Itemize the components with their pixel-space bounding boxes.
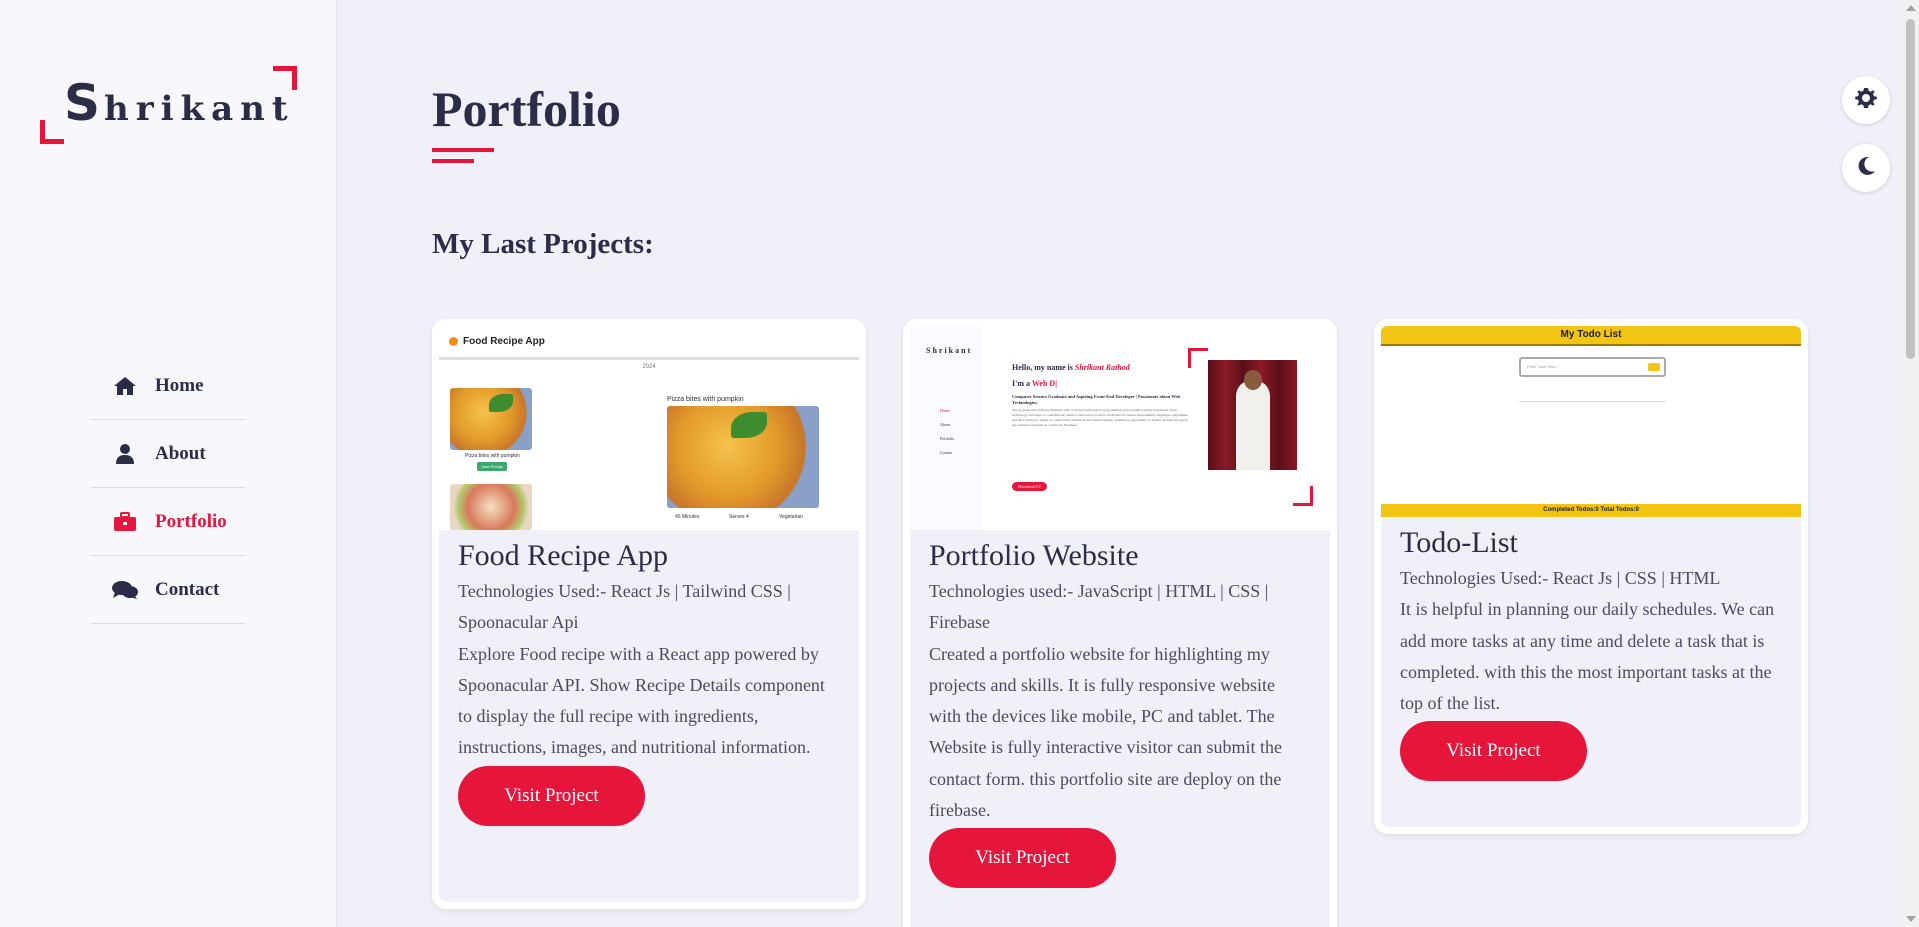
gear-icon (1854, 86, 1878, 115)
thumb-header: My Todo List (1381, 326, 1801, 346)
project-technologies: Technologies used:- JavaScript | HTML | … (929, 581, 1269, 633)
project-title: Portfolio Website (929, 539, 1139, 572)
thumb-header: Food Recipe App (439, 326, 859, 360)
section-subtitle: My Last Projects: (432, 228, 654, 260)
project-title: Food Recipe App (458, 539, 668, 572)
sidebar-item-about[interactable]: About (91, 420, 245, 488)
comments-icon (107, 580, 143, 600)
user-icon (107, 443, 143, 465)
project-technologies: Technologies Used:- React Js | CSS | HTM… (1400, 568, 1721, 588)
briefcase-icon (107, 511, 143, 532)
project-description: It is helpful in planning our daily sche… (1400, 599, 1775, 714)
scroll-up-arrow[interactable] (1906, 5, 1916, 11)
project-thumbnail[interactable]: My Todo List Enter Task Here... Complete… (1381, 326, 1801, 517)
project-technologies: Technologies Used:- React Js | Tailwind … (458, 581, 791, 633)
scrollbar-thumb[interactable] (1906, 19, 1915, 359)
sidebar-item-label: Portfolio (155, 510, 227, 532)
logo-corner-bottom-left (40, 120, 64, 144)
sidebar-item-contact[interactable]: Contact (91, 556, 245, 624)
sidebar-item-label: Contact (155, 578, 220, 600)
sidebar-item-home[interactable]: Home (91, 352, 245, 420)
project-description: Explore Food recipe with a React app pow… (458, 643, 825, 758)
food-image (450, 484, 532, 530)
page-title: Portfolio (432, 81, 621, 137)
project-thumbnail[interactable]: Food Recipe App 2024 Pizza bites with pu… (439, 326, 859, 530)
sidebar-item-label: Home (155, 374, 204, 396)
moon-icon (1854, 154, 1878, 183)
visit-project-button[interactable]: Visit Project (1400, 721, 1587, 782)
project-card-food-recipe: Food Recipe App 2024 Pizza bites with pu… (432, 319, 866, 909)
visit-project-button[interactable]: Visit Project (458, 765, 645, 826)
logo-text: Shrikant (64, 74, 295, 132)
profile-photo (1208, 360, 1297, 470)
visit-project-button[interactable]: Visit Project (929, 828, 1116, 889)
settings-button[interactable] (1842, 76, 1890, 124)
theme-toggle-button[interactable] (1842, 144, 1890, 192)
vertical-scrollbar[interactable] (1902, 0, 1919, 927)
project-card-portfolio-website: Shrikant Home About Portfolio Contact He… (903, 319, 1337, 927)
project-description: Created a portfolio website for highligh… (929, 643, 1282, 821)
logo[interactable]: Shrikant (40, 66, 297, 144)
scroll-down-arrow[interactable] (1906, 916, 1916, 922)
title-underline (432, 148, 494, 163)
sidebar: Shrikant Home About Portfolio Contact (0, 0, 337, 927)
main-content: Portfolio My Last Projects: Food Recipe … (337, 0, 1919, 927)
project-thumbnail[interactable]: Shrikant Home About Portfolio Contact He… (910, 326, 1330, 530)
home-icon (107, 376, 143, 396)
sidebar-nav: Home About Portfolio Contact (91, 352, 245, 624)
sidebar-item-portfolio[interactable]: Portfolio (91, 488, 245, 556)
project-title: Todo-List (1400, 526, 1518, 559)
project-card-todo-list: My Todo List Enter Task Here... Complete… (1374, 319, 1808, 834)
sidebar-item-label: About (155, 442, 206, 464)
